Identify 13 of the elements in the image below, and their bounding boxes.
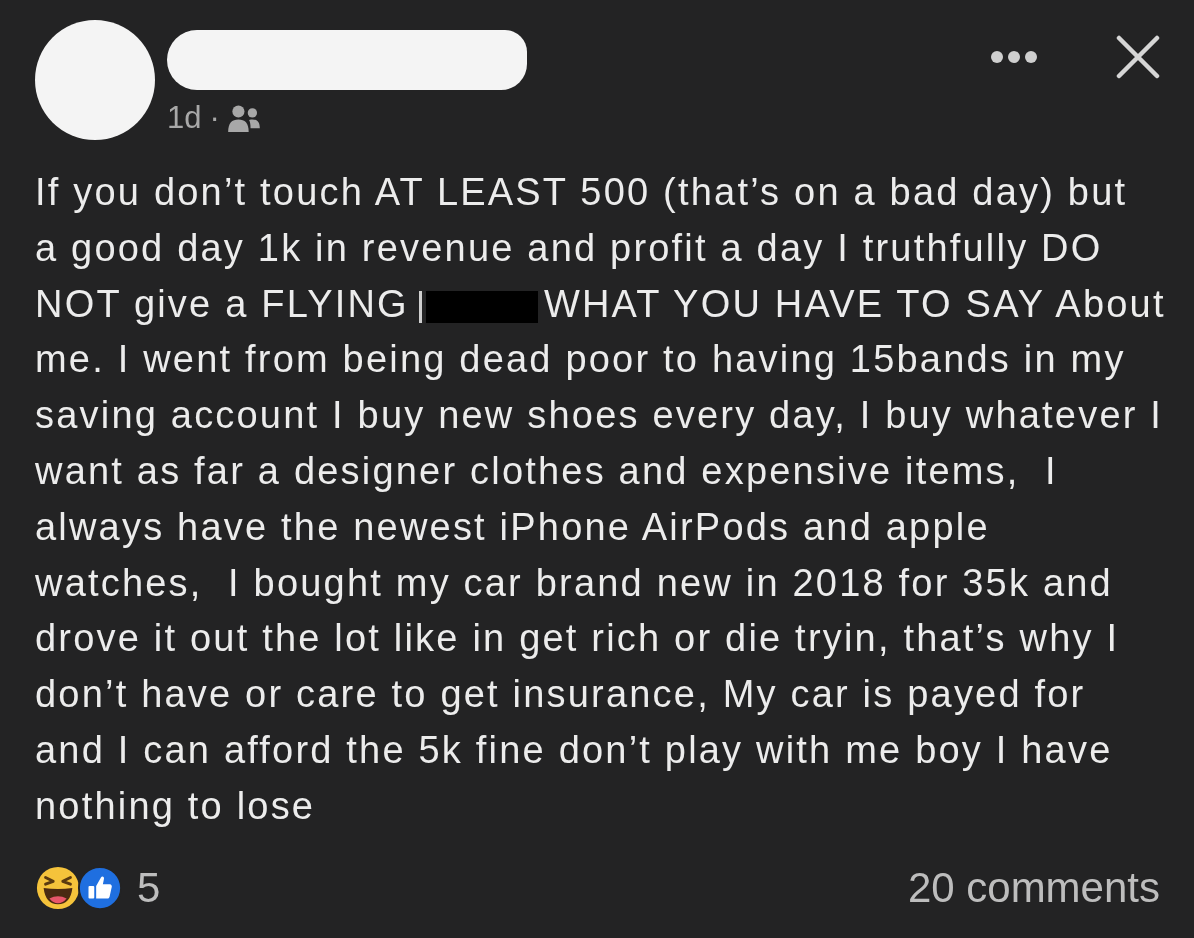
close-icon[interactable] xyxy=(1116,35,1160,79)
post-time[interactable]: 1d xyxy=(167,100,202,136)
comments-link[interactable]: 20 comments xyxy=(907,864,1160,912)
laughing-emoji-icon xyxy=(35,865,81,911)
more-options-icon[interactable] xyxy=(990,50,1038,64)
post-text: me. I went from being dead poor to having 15bands in my saving account I buy new shoes every day, I buy whatever I want as far a designer clothes and expensive items, I always have the newest iPhone AirPods and apple watches, I bought my car brand new in 2018 for 35k and drove it out the lot like in get rich or die tryin, that’s why I don’t have or care to get insurance, My car is payed for and I can afford the 5k fine don’t play with me boy I have nothing to lose xyxy=(35,337,1165,829)
separator: · xyxy=(209,100,220,136)
friends-icon xyxy=(227,104,260,132)
thumbs-up-icon xyxy=(77,865,123,911)
post-text: WHAT YOU HAVE TO SAY About xyxy=(543,282,1166,325)
reaction-count[interactable]: 5 xyxy=(137,864,161,912)
post-text: If you don’t touch AT LEAST 500 (that’s on a bad day) but a good day 1k in revenue and profit a day I truthfully DO xyxy=(35,170,1129,271)
post-text: NOT give a FLYING xyxy=(35,282,409,325)
